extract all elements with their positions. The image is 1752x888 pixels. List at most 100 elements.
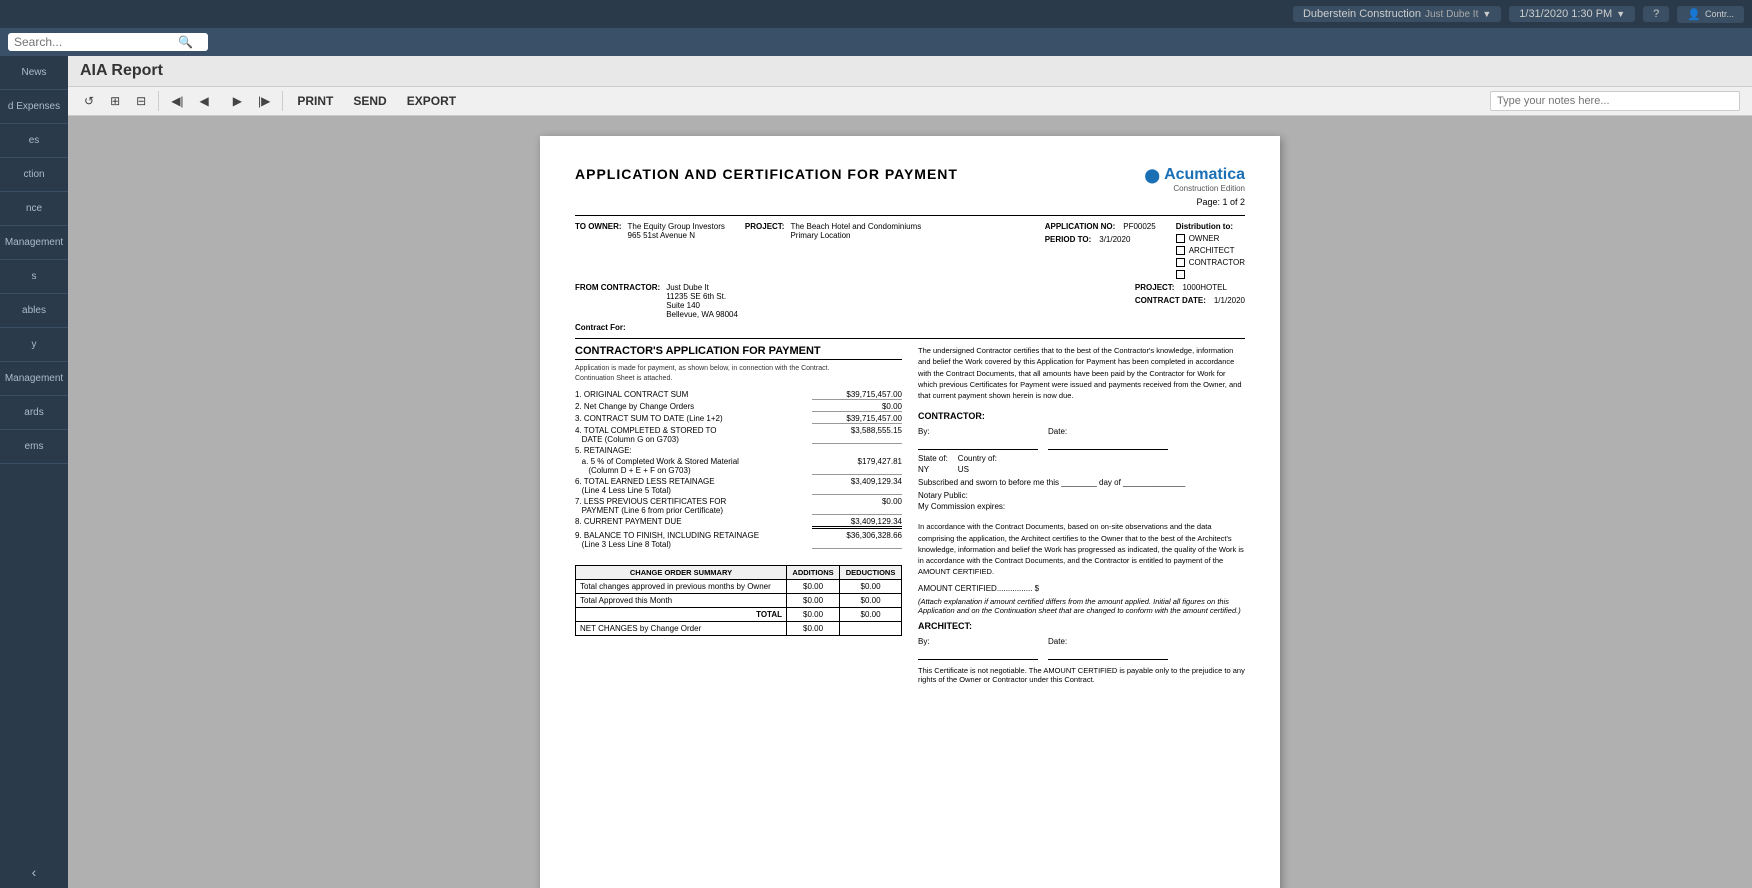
prev-page-icon: ◀ (200, 94, 209, 108)
report-title-bar: AIA Report (68, 56, 1752, 87)
print-button[interactable]: PRINT (291, 92, 339, 110)
from-contractor-value: Just Dube It11235 SE 6th St.Suite 140Bel… (666, 283, 738, 319)
dist-owner-label: OWNER (1189, 234, 1220, 243)
sidebar-item-es[interactable]: es (0, 124, 68, 158)
sidebar-item-management2[interactable]: Management (0, 362, 68, 396)
contract-date-row: CONTRACT DATE: 1/1/2020 (1135, 296, 1245, 305)
line9-value: $36,306,328.66 (812, 531, 902, 549)
separator2 (282, 91, 283, 111)
arch-by-label: By: (918, 637, 1038, 646)
line7-value: $0.00 (812, 497, 902, 515)
line3-label: 3. CONTRACT SUM TO DATE (Line 1+2) (575, 414, 812, 424)
first-page-button[interactable]: ◀| (167, 92, 187, 110)
change-order-table: CHANGE ORDER SUMMARY ADDITIONS DEDUCTION… (575, 565, 902, 636)
sidebar-item-ables[interactable]: ables (0, 294, 68, 328)
user-label: Contr... (1705, 9, 1734, 19)
sidebar-item-ables-label: ables (22, 305, 46, 316)
user-button[interactable]: 👤 Contr... (1677, 6, 1744, 23)
line1-label: 1. ORIGINAL CONTRACT SUM (575, 390, 812, 400)
app-no-label: APPLICATION NO: (1045, 222, 1116, 231)
sidebar-item-ards[interactable]: ards (0, 396, 68, 430)
content-area: AIA Report ↺ ⊞ ⊟ ◀| ◀ ▶ (68, 56, 1752, 888)
last-page-button[interactable]: |▶ (254, 92, 274, 110)
datetime-selector[interactable]: 1/31/2020 1:30 PM ▼ (1509, 6, 1635, 22)
from-contractor-label: FROM CONTRACTOR: (575, 283, 660, 292)
contract-for-row: Contract For: (575, 323, 1245, 332)
sidebar-item-management2-label: Management (5, 373, 63, 384)
sidebar-collapse-button[interactable]: ‹ (0, 856, 68, 888)
dist-owner: OWNER (1176, 234, 1245, 243)
prev-page-button[interactable]: ◀ (196, 92, 213, 110)
help-button[interactable]: ? (1643, 6, 1669, 22)
grid-button[interactable]: ⊞ (106, 92, 124, 110)
sidebar-item-news[interactable]: News (0, 56, 68, 90)
co-deductions-previous: $0.00 (840, 579, 902, 593)
sidebar-item-expenses[interactable]: d Expenses (0, 90, 68, 124)
line-item-2: 2. Net Change by Change Orders $0.00 (575, 402, 902, 412)
refresh-button[interactable]: ↺ (80, 92, 98, 110)
commission-label: My Commission expires: (918, 502, 1245, 511)
arch-date-label: Date: (1048, 637, 1168, 646)
line4-label: 4. TOTAL COMPLETED & STORED TO DATE (Col… (575, 426, 812, 444)
line5a-label: a. 5 % of Completed Work & Stored Materi… (575, 457, 812, 475)
line8-label: 8. CURRENT PAYMENT DUE (575, 517, 812, 529)
report-view: APPLICATION AND CERTIFICATION FOR PAYMEN… (68, 116, 1752, 888)
sidebar-item-s[interactable]: s (0, 260, 68, 294)
notes-input[interactable] (1490, 91, 1740, 111)
company-selector[interactable]: Duberstein Construction Just Dube It ▼ (1293, 6, 1501, 22)
search-box[interactable]: 🔍 (8, 33, 208, 51)
dist-owner-checkbox (1176, 234, 1185, 243)
datetime-value: 1/31/2020 1:30 PM (1519, 8, 1612, 20)
co-additions-total: $0.00 (787, 607, 840, 621)
contract-date-value: 1/1/2020 (1214, 296, 1245, 305)
co-label-this-month: Total Approved this Month (576, 593, 787, 607)
info-grid: TO OWNER: The Equity Group Investors965 … (575, 215, 1245, 339)
right-info-block2: PROJECT: 1000HOTEL CONTRACT DATE: 1/1/20… (1135, 283, 1245, 319)
state-country-row: State of: NY Country of: US (918, 454, 1245, 474)
to-owner-value: The Equity Group Investors965 51st Avenu… (628, 222, 725, 240)
date-underline (1048, 438, 1168, 450)
line5-value (812, 446, 902, 455)
country-of-label: Country of: (958, 454, 997, 463)
dist-contractor-label: CONTRACTOR (1189, 258, 1245, 267)
contractor-label: CONTRACTOR: (918, 411, 1245, 421)
first-page-icon: ◀| (171, 94, 183, 108)
date-block: Date: (1048, 427, 1168, 450)
co-deductions-net (840, 621, 902, 635)
layout-button[interactable]: ⊟ (132, 92, 150, 110)
sidebar-item-nce[interactable]: nce (0, 192, 68, 226)
line-item-3: 3. CONTRACT SUM TO DATE (Line 1+2) $39,7… (575, 414, 902, 424)
project-value2: 1000HOTEL (1182, 283, 1226, 292)
country-block: Country of: US (958, 454, 997, 474)
search-input[interactable] (14, 35, 174, 49)
right-info-block: APPLICATION NO: PF00025 PERIOD TO: 3/1/2… (1045, 222, 1245, 279)
sidebar-item-expenses-label: d Expenses (8, 101, 60, 112)
contract-date-label: CONTRACT DATE: (1135, 296, 1206, 305)
datetime-dropdown-arrow: ▼ (1616, 9, 1625, 19)
sidebar-item-management1[interactable]: Management (0, 226, 68, 260)
dist-contractor: CONTRACTOR (1176, 258, 1245, 267)
sidebar-item-ems[interactable]: ems (0, 430, 68, 464)
co-label-previous: Total changes approved in previous month… (576, 579, 787, 593)
project-label2: PROJECT: (1135, 283, 1175, 292)
next-page-button[interactable]: ▶ (229, 92, 246, 110)
sidebar-item-y[interactable]: y (0, 328, 68, 362)
amount-certified-label: AMOUNT CERTIFIED................ $ (918, 584, 1245, 593)
co-row-net: NET CHANGES by Change Order $0.00 (576, 621, 902, 635)
info-row-2: FROM CONTRACTOR: Just Dube It11235 SE 6t… (575, 283, 1245, 319)
from-contractor-cell: FROM CONTRACTOR: Just Dube It11235 SE 6t… (575, 283, 738, 319)
send-button[interactable]: SEND (347, 92, 392, 110)
sidebar-item-news-label: News (21, 67, 46, 78)
notary-label: Notary Public: (918, 491, 1245, 500)
right-col: The undersigned Contractor certifies tha… (918, 345, 1245, 684)
app-no-row: APPLICATION NO: PF00025 (1045, 222, 1156, 231)
line4-value: $3,588,555.15 (812, 426, 902, 444)
left-col: CONTRACTOR'S APPLICATION FOR PAYMENT App… (575, 345, 902, 684)
right-info-labels: APPLICATION NO: PF00025 PERIOD TO: 3/1/2… (1045, 222, 1156, 279)
sidebar-item-ction[interactable]: ction (0, 158, 68, 192)
sidebar-item-ards-label: ards (24, 407, 43, 418)
export-button[interactable]: EXPORT (401, 92, 462, 110)
line6-value: $3,409,129.34 (812, 477, 902, 495)
state-of-label: State of: (918, 454, 948, 463)
last-page-icon: |▶ (258, 94, 270, 108)
